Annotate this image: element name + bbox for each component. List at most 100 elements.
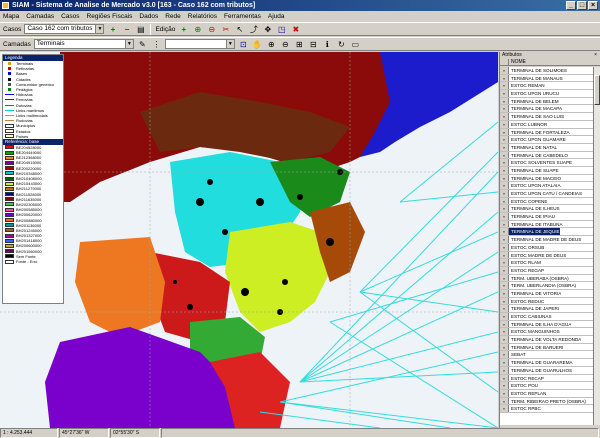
table-cell-nome[interactable]: ESTOC RPBC: [509, 405, 541, 412]
table-row[interactable]: » TERMINAL DE BELEM: [500, 97, 593, 106]
table-cell-nome[interactable]: ESTOC SOLVENTES SUAPE: [509, 159, 572, 166]
table-row[interactable]: » TERMINAL DE ILHEUS: [500, 205, 593, 214]
table-row[interactable]: » TERMINAL DE VOLTA REDONDA: [500, 336, 593, 344]
table-row[interactable]: » ESTOC REPLAN: [500, 389, 593, 398]
close-icon[interactable]: ×: [594, 52, 597, 59]
row-header[interactable]: »: [500, 90, 509, 97]
table-row[interactable]: » TERMINAL DE SOLIMOES: [500, 67, 593, 75]
table-row[interactable]: » ESTOC UPGN URUCU: [500, 90, 593, 98]
menu-casos[interactable]: Casos: [61, 13, 79, 20]
table-cell-nome[interactable]: TERMINAL DE ILHA D'AGUA: [509, 321, 571, 328]
menu-regioes-fiscais[interactable]: Regiões Fiscais: [87, 13, 133, 20]
row-header[interactable]: »: [500, 313, 509, 320]
table-row[interactable]: » ESTOC COPENE: [500, 197, 593, 206]
table-cell-nome[interactable]: TERMINAL DE BELEM: [509, 98, 559, 105]
table-row[interactable]: » TERMINAL DE BARUERI: [500, 343, 593, 352]
filter-icon[interactable]: ⋮: [151, 39, 162, 50]
row-header[interactable]: »: [500, 397, 509, 405]
row-header[interactable]: »: [500, 74, 509, 82]
table-cell-nome[interactable]: TERMINAL DE VOLTA REDONDA: [509, 336, 581, 343]
table-cell-nome[interactable]: ESTOC MADRE DE DEUS: [509, 252, 566, 259]
table-row[interactable]: » TERMINAL DE ITABUNA: [500, 220, 593, 229]
row-header[interactable]: »: [500, 113, 509, 120]
row-header[interactable]: »: [500, 82, 509, 90]
table-row[interactable]: » ESTOC SOLVENTES SUAPE: [500, 159, 593, 167]
cases-dropdown[interactable]: Caso 162 com tributos ▼: [24, 24, 105, 34]
table-cell-nome[interactable]: TERMINAL DE VITORIA: [509, 290, 561, 297]
table-cell-nome[interactable]: TERMINAL DE NATAL: [509, 144, 557, 151]
table-row[interactable]: » TERMINAL DE GUARAREMA: [500, 359, 593, 367]
table-row[interactable]: » TERMINAL DE MANAUS: [500, 74, 593, 83]
row-header[interactable]: »: [500, 236, 509, 243]
zoom-extent-icon[interactable]: ⊡: [238, 39, 249, 50]
table-row[interactable]: » TERMINAL DE IPIAU: [500, 213, 593, 221]
query-dropdown[interactable]: ▼: [164, 39, 235, 49]
row-header[interactable]: »: [500, 143, 509, 151]
table-row[interactable]: » TERM. UBERLANDIA (OSBRA): [500, 282, 593, 290]
minimize-button[interactable]: _: [566, 1, 576, 10]
refresh-icon[interactable]: ↻: [336, 39, 347, 50]
table-cell-nome[interactable]: TERMINAL DE MADRE DE DEUS: [509, 236, 581, 243]
add-case-icon[interactable]: +: [107, 24, 118, 35]
table-cell-nome[interactable]: TERM. RIBEIRAO PRETO (OSBRA): [509, 398, 586, 405]
row-header[interactable]: »: [500, 120, 509, 128]
table-row[interactable]: » TERMINAL DE FORTALEZA: [500, 128, 593, 137]
table-row[interactable]: » TERM. UBERABA (OSBRA): [500, 274, 593, 283]
table-cell-nome[interactable]: ESTOC RLAM: [509, 259, 541, 266]
table-cell-nome[interactable]: ESTOC UPGN GUAMARE: [509, 136, 566, 143]
table-row[interactable]: » ESTOC RPBC: [500, 405, 593, 413]
menu-ferramentas[interactable]: Ferramentas: [224, 13, 261, 20]
print-icon[interactable]: ▭: [350, 39, 361, 50]
table-row[interactable]: » ESTOC UPGN CATU / CANDEIAS: [500, 190, 593, 198]
table-row[interactable]: » TERMINAL DE MADRE DE DEUS: [500, 236, 593, 244]
row-header[interactable]: »: [500, 67, 509, 74]
row-header[interactable]: »: [500, 182, 509, 189]
table-cell-nome[interactable]: TERMINAL DE SOLIMOES: [509, 67, 567, 74]
table-cell-nome[interactable]: ESTOC POU: [509, 382, 538, 389]
zoom-out-icon[interactable]: ⊖: [280, 39, 291, 50]
row-header[interactable]: »: [500, 289, 509, 297]
table-cell-nome[interactable]: TERMINAL DE CABEDELO: [509, 152, 568, 159]
table-row[interactable]: » ESTOC CABIUNAS: [500, 313, 593, 321]
row-header[interactable]: »: [500, 243, 509, 251]
menu-dados[interactable]: Dados: [139, 13, 158, 20]
remove-case-icon[interactable]: −: [121, 24, 132, 35]
row-header[interactable]: »: [500, 297, 509, 305]
row-header[interactable]: »: [500, 197, 509, 205]
close-button[interactable]: ×: [588, 1, 598, 10]
row-header[interactable]: »: [500, 282, 509, 289]
copy-case-icon[interactable]: ▤: [135, 24, 146, 35]
row-header[interactable]: »: [500, 128, 509, 136]
menu-ajuda[interactable]: Ajuda: [268, 13, 285, 20]
table-cell-nome[interactable]: ESTOC REPLAN: [509, 390, 546, 397]
pointer-icon[interactable]: ↖: [234, 24, 245, 35]
row-header[interactable]: »: [500, 228, 509, 236]
menu-rede[interactable]: Rede: [165, 13, 181, 20]
stop-icon[interactable]: ✖: [290, 24, 301, 35]
menu-camadas[interactable]: Camadas: [26, 13, 54, 20]
table-cell-nome[interactable]: ESTOC LUBNOR: [509, 121, 547, 128]
table-cell-nome[interactable]: ESTOC ORSUB: [509, 244, 544, 251]
table-cell-nome[interactable]: TERMINAL DE SAO LUIS: [509, 113, 564, 120]
table-row[interactable]: » TERMINAL DE SAO LUIS: [500, 113, 593, 121]
table-row[interactable]: » ESTOC REGAP: [500, 266, 593, 275]
table-row[interactable]: » ESTOC MANGUINHOS: [500, 328, 593, 337]
table-row[interactable]: » ESTOC RECAP: [500, 374, 593, 383]
row-header[interactable]: »: [500, 251, 509, 259]
menu-relatorios[interactable]: Relatórios: [188, 13, 217, 20]
info-icon[interactable]: ℹ: [322, 39, 333, 50]
row-header[interactable]: »: [500, 359, 509, 366]
table-row[interactable]: » TERMINAL DE CABEDELO: [500, 151, 593, 160]
table-cell-nome[interactable]: SEBAT: [509, 351, 526, 358]
link-icon[interactable]: ⤴: [248, 24, 259, 35]
table-cell-nome[interactable]: TERMINAL DE JAPERI: [509, 305, 559, 312]
table-cell-nome[interactable]: TERMINAL DE SUAPE: [509, 167, 559, 174]
row-header[interactable]: »: [500, 405, 509, 412]
maximize-button[interactable]: □: [577, 1, 587, 10]
table-row[interactable]: » TERMINAL DE NATAL: [500, 143, 593, 152]
add-node-icon[interactable]: ⊕: [192, 24, 203, 35]
table-row[interactable]: » SEBAT: [500, 351, 593, 360]
table-row[interactable]: » ESTOC LUBNOR: [500, 120, 593, 129]
table-row[interactable]: » TERMINAL DE MACAPA: [500, 105, 593, 114]
table-cell-nome[interactable]: TERM. UBERABA (OSBRA): [509, 275, 569, 282]
